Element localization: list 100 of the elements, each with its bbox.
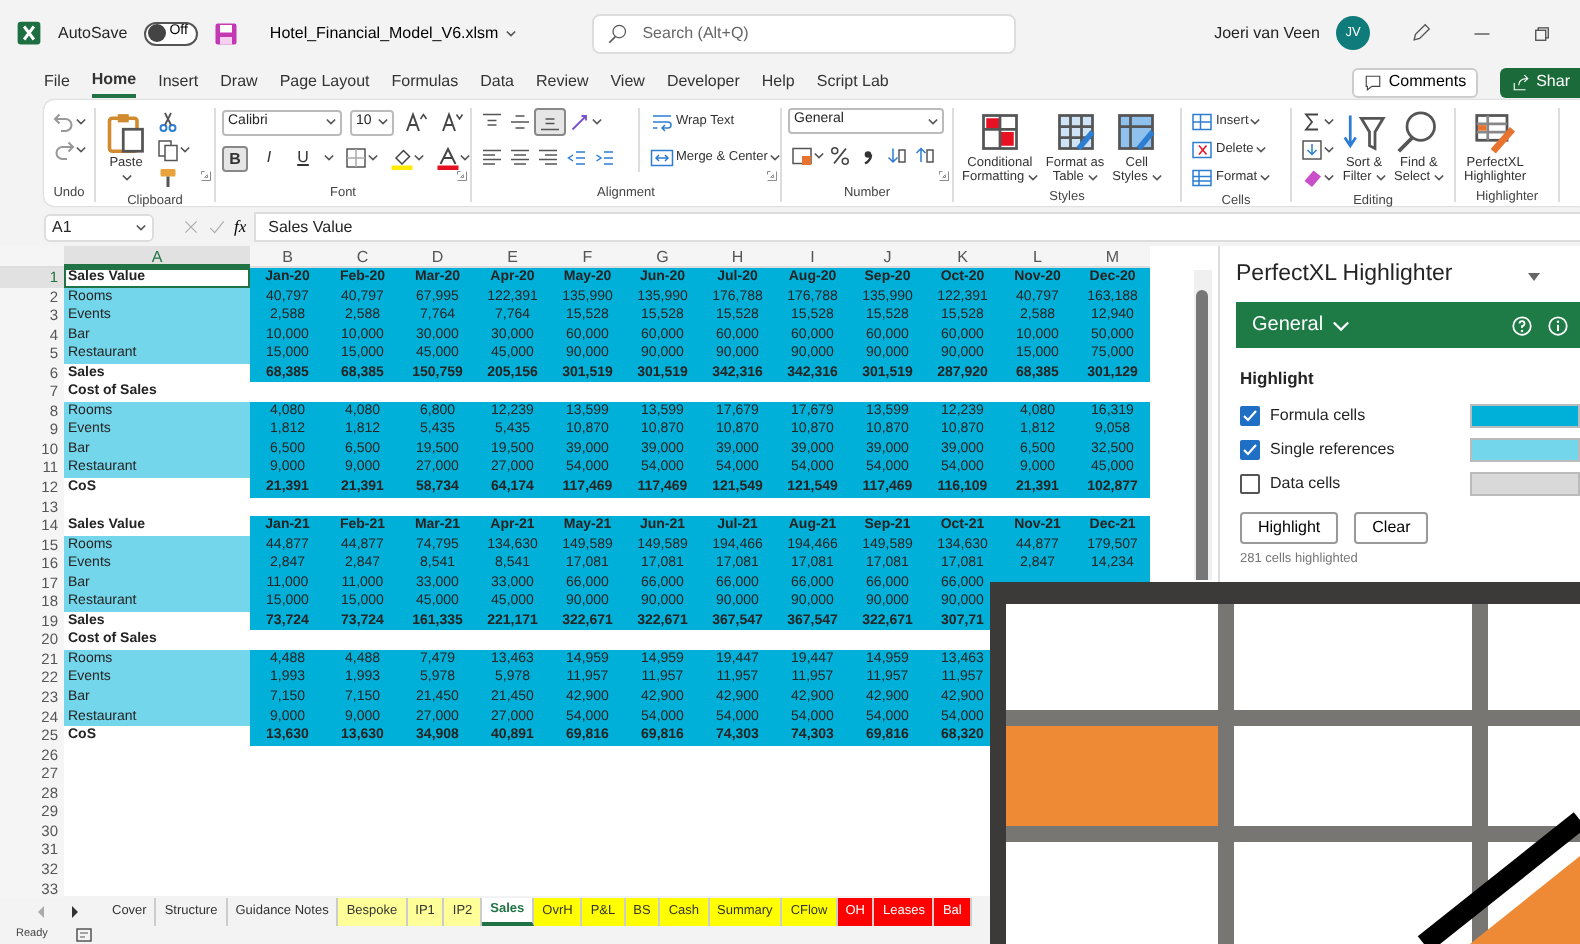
accounting-icon <box>790 144 814 168</box>
column-header[interactable]: K <box>925 246 1000 268</box>
autosave-label: AutoSave <box>58 21 128 45</box>
caret-icon <box>180 146 190 154</box>
undo-button[interactable] <box>50 108 88 136</box>
comments-button[interactable]: Comments <box>1352 67 1479 97</box>
scroll-right-icon[interactable] <box>68 905 80 917</box>
file-name-menu[interactable]: Hotel_Financial_Model_V6.xlsm <box>269 21 517 45</box>
table-icon <box>1053 110 1097 154</box>
column-header[interactable]: I <box>775 246 850 268</box>
pane-title: PerfectXL Highlighter <box>1236 260 1453 291</box>
scrollbar[interactable] <box>1194 270 1212 580</box>
ribbon-tab[interactable]: Help <box>761 68 795 96</box>
insert-function-button[interactable]: fx <box>234 214 247 240</box>
column-header[interactable]: E <box>475 246 550 268</box>
launcher-icon <box>200 169 212 182</box>
spreadsheet-app-icon[interactable] <box>16 20 42 46</box>
info-icon[interactable] <box>1548 315 1568 335</box>
caret-icon <box>76 118 86 126</box>
increase-decimal-icon <box>884 144 908 168</box>
font-style-button[interactable]: B <box>222 145 248 171</box>
column-header[interactable]: M <box>1075 246 1150 268</box>
ribbon-tab[interactable]: Script Lab <box>816 68 889 96</box>
caret-icon <box>121 173 131 182</box>
column-header[interactable]: L <box>1000 246 1075 268</box>
ribbon-tab[interactable]: Insert <box>158 68 199 96</box>
launcher-icon <box>938 169 950 182</box>
align-bottom-button[interactable] <box>534 108 566 136</box>
caret-icon <box>814 152 824 160</box>
caret-icon <box>506 29 517 37</box>
fill-down-icon <box>1300 138 1324 162</box>
help-icon[interactable] <box>1512 315 1532 335</box>
column-header[interactable]: D <box>400 246 475 268</box>
decrease-font-button[interactable] <box>438 108 466 136</box>
copy-button[interactable] <box>154 136 192 164</box>
save-icon[interactable] <box>213 21 238 45</box>
font-color-button[interactable] <box>434 144 472 172</box>
ribbon-tab[interactable]: Data <box>480 68 514 96</box>
clipboard-icon <box>104 110 148 154</box>
color-swatch[interactable] <box>1470 438 1580 463</box>
option-label: Data cells <box>1270 472 1341 497</box>
column-header[interactable]: G <box>625 246 700 268</box>
percent-icon <box>828 144 852 168</box>
ribbon-tab[interactable]: Draw <box>220 68 258 96</box>
share-button[interactable]: Shar <box>1500 67 1580 97</box>
ribbon-tab[interactable]: Developer <box>666 68 740 96</box>
pane-button[interactable]: Highlight <box>1240 511 1339 544</box>
share-icon <box>1512 73 1531 91</box>
checkbox[interactable] <box>1240 440 1260 461</box>
increase-font-button[interactable] <box>402 108 430 136</box>
column-header[interactable]: J <box>850 246 925 268</box>
insert-cells-icon <box>1190 110 1214 134</box>
comment-icon <box>1364 73 1383 91</box>
launcher-icon <box>766 169 778 182</box>
ribbon-tab[interactable]: Formulas <box>391 68 459 96</box>
accounting-button[interactable] <box>788 142 826 170</box>
column-header[interactable]: A <box>64 246 250 268</box>
copy-icon <box>156 138 180 162</box>
column-header[interactable]: F <box>550 246 625 268</box>
redo-button[interactable] <box>50 136 88 164</box>
wrap-icon <box>650 110 674 134</box>
caret-icon <box>460 154 470 162</box>
caret-icon[interactable] <box>1528 271 1540 281</box>
borders-icon <box>344 146 368 170</box>
decrease-decimal-icon <box>912 144 936 168</box>
ribbon-tab[interactable]: Review <box>536 68 589 96</box>
caret-icon <box>368 154 378 162</box>
percent-button[interactable] <box>826 142 854 170</box>
checkbox[interactable] <box>1240 474 1260 495</box>
column-header[interactable]: H <box>700 246 775 268</box>
align-left-icon <box>480 146 504 170</box>
formula-field[interactable]: Sales Value <box>254 212 1580 242</box>
fill-color-button[interactable] <box>388 144 426 172</box>
section-dropdown[interactable]: General <box>1252 310 1350 340</box>
increase-indent-icon <box>592 146 616 170</box>
font-style-button[interactable]: U <box>290 145 316 171</box>
color-swatch[interactable] <box>1470 404 1580 429</box>
column-header[interactable]: C <box>325 246 400 268</box>
pane-button[interactable]: Clear <box>1354 511 1429 544</box>
name-box[interactable]: A1 <box>44 213 154 241</box>
borders-button[interactable] <box>342 144 380 172</box>
fill-down-button[interactable] <box>1298 136 1336 164</box>
checkbox[interactable] <box>1240 406 1260 427</box>
search-field[interactable]: Search (Alt+Q) <box>592 13 1017 53</box>
caret-icon <box>1250 118 1261 126</box>
search-icon <box>608 23 629 43</box>
merge-icon <box>650 146 674 170</box>
pen-icon[interactable] <box>1410 22 1432 44</box>
caret-icon <box>324 154 334 162</box>
caret-icon <box>1324 146 1334 154</box>
ribbon-tab[interactable]: Page Layout <box>279 68 370 96</box>
delete-cells-icon <box>1190 138 1214 162</box>
conditional-format-icon <box>977 110 1022 154</box>
font-style-button[interactable]: I <box>256 145 282 171</box>
ribbon-tab[interactable]: File <box>44 68 70 96</box>
macro-icon[interactable] <box>75 928 92 942</box>
color-swatch[interactable] <box>1470 472 1580 497</box>
restore-icon[interactable] <box>1532 23 1552 43</box>
ribbon-tab[interactable]: View <box>610 68 645 96</box>
column-header[interactable]: B <box>250 246 325 268</box>
